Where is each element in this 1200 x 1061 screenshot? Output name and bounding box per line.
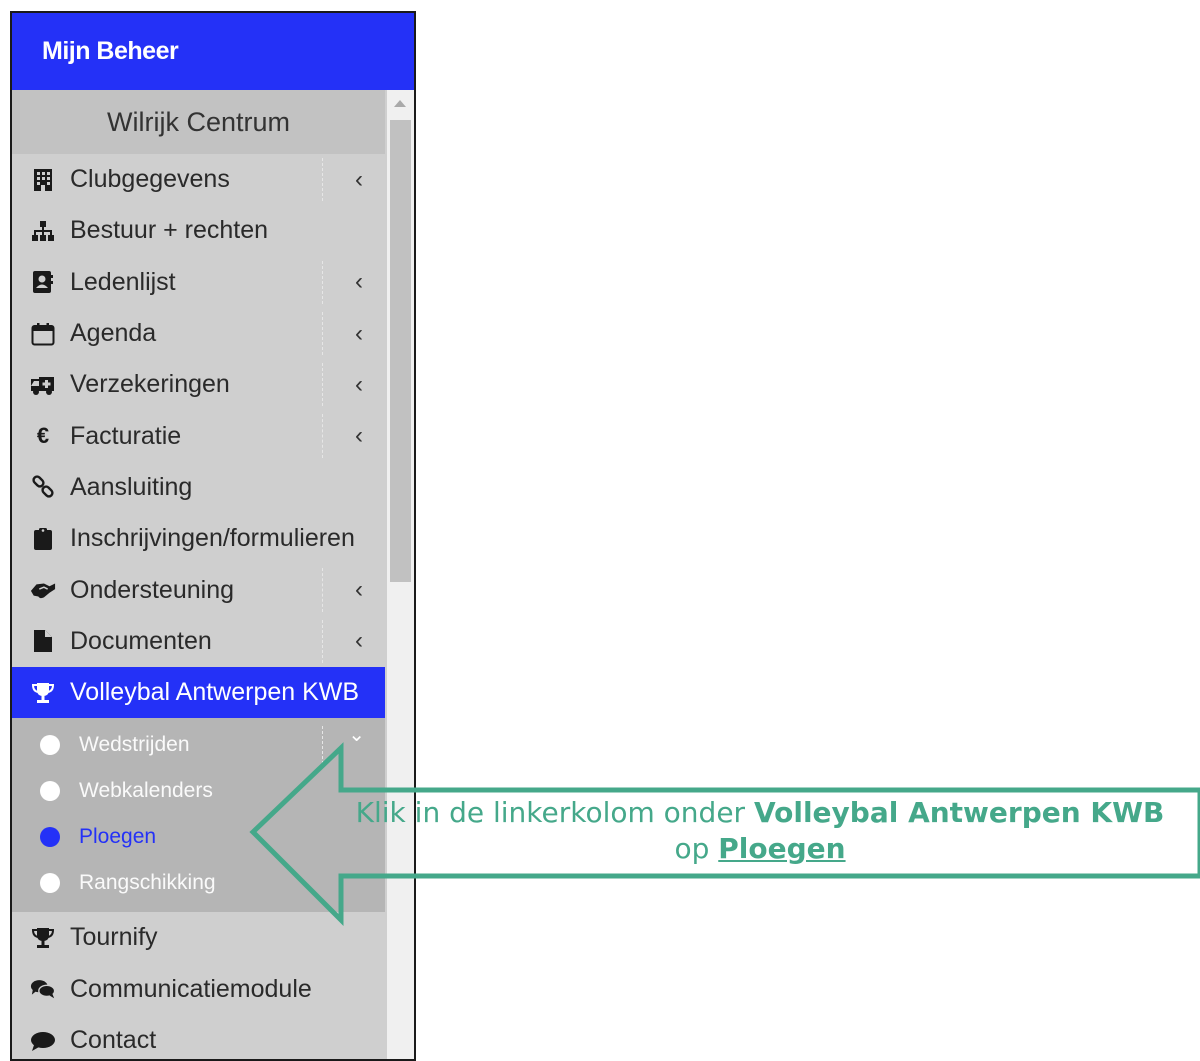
callout-highlight-ploegen: Ploegen	[718, 832, 846, 865]
callout-text: Klik in de linkerkolom onder Volleybal A…	[320, 795, 1200, 867]
callout-line-2: op Ploegen	[320, 831, 1200, 867]
callout-line-1: Klik in de linkerkolom onder Volleybal A…	[320, 795, 1200, 831]
callout-arrow	[249, 742, 1200, 927]
callout-text-part: op	[674, 832, 719, 865]
callout-highlight-volleybal: Volleybal Antwerpen KWB	[753, 796, 1165, 829]
callout-text-part: Klik in de linkerkolom onder	[355, 796, 754, 829]
